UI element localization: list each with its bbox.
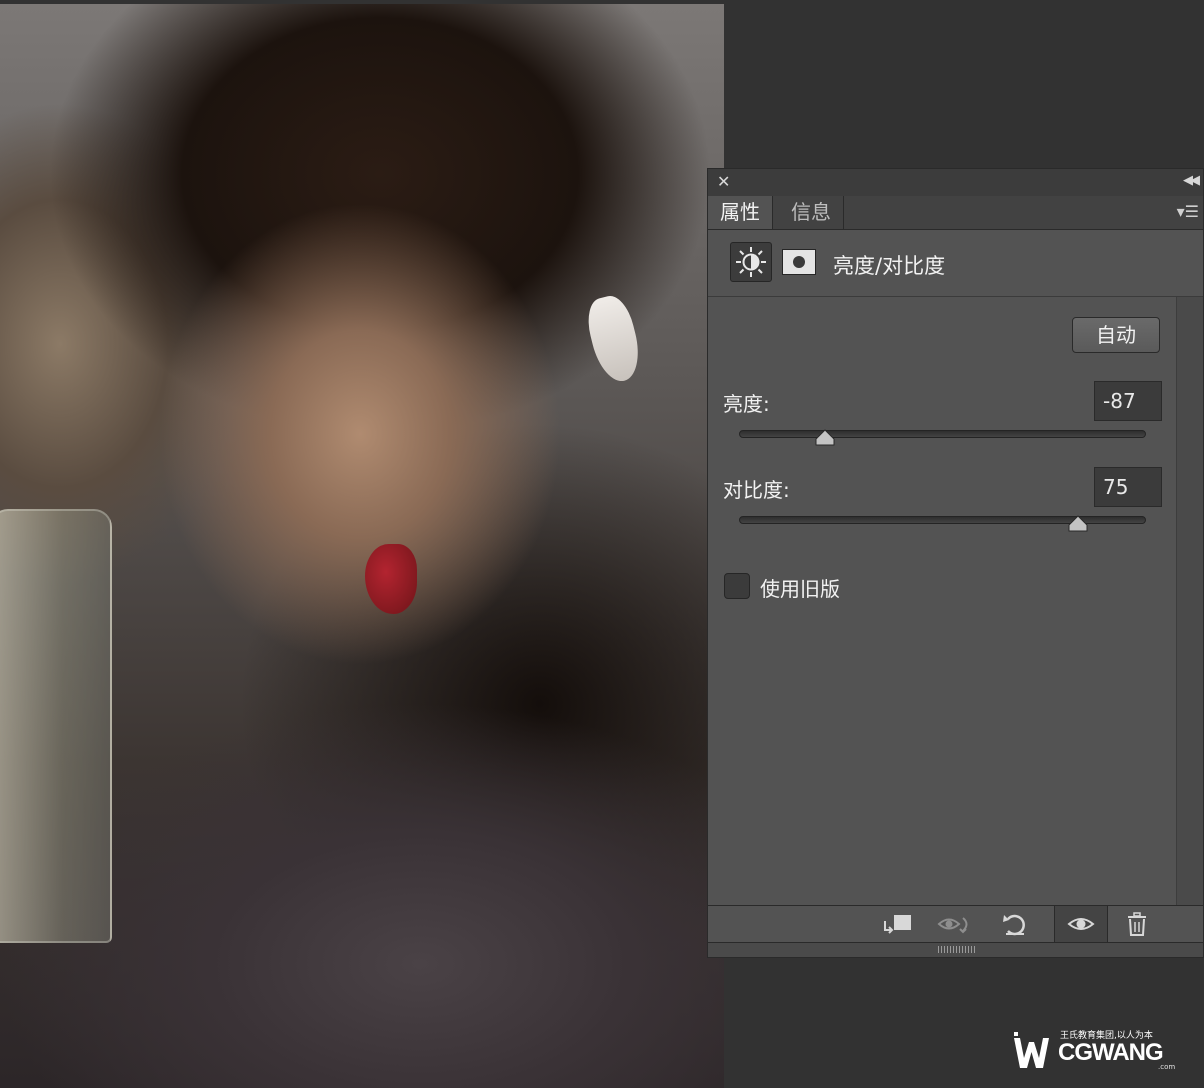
tab-properties[interactable]: 属性	[708, 196, 773, 229]
panel-footer	[708, 905, 1203, 943]
panel-resize-grip[interactable]	[708, 943, 1203, 957]
cgwang-logo-icon	[1014, 1032, 1049, 1068]
contrast-slider[interactable]	[739, 515, 1146, 532]
clip-to-layer-icon[interactable]	[878, 906, 916, 942]
adjustment-title: 亮度/对比度	[833, 254, 946, 278]
layer-mask-icon[interactable]	[782, 249, 816, 275]
adjustment-header: 亮度/对比度	[708, 230, 1203, 297]
grip-lines	[938, 946, 976, 953]
document-canvas[interactable]	[0, 4, 724, 1088]
glass-jar	[0, 509, 112, 943]
close-icon[interactable]: ✕	[717, 172, 730, 191]
lips	[365, 544, 417, 614]
visibility-eye-icon[interactable]	[1054, 906, 1108, 942]
brightness-label: 亮度:	[723, 392, 770, 416]
use-legacy-checkbox[interactable]	[724, 573, 750, 599]
adjustment-controls: 自动 亮度: -87 对比度: 75 使用旧版	[708, 297, 1178, 907]
cgwang-watermark: 王氏教育集团,以人为本 CGWANG .com	[1012, 1026, 1177, 1074]
watermark-domain: .com	[1158, 1063, 1176, 1071]
panel-menu-icon[interactable]: ▾☰	[1177, 202, 1199, 221]
watermark-brand: CGWANG	[1058, 1039, 1164, 1066]
contrast-input[interactable]: 75	[1094, 467, 1162, 507]
panel-tabbar: 属性 信息 ▾☰	[708, 196, 1203, 230]
properties-panel: ✕ ◀◀ 属性 信息 ▾☰ 亮度/对比度 自动 亮度: -87 对比度: 75 …	[707, 168, 1204, 958]
panel-scrollbar[interactable]	[1176, 297, 1203, 907]
contrast-label: 对比度:	[723, 478, 790, 502]
auto-button[interactable]: 自动	[1072, 317, 1160, 353]
view-previous-state-icon[interactable]	[936, 906, 974, 942]
panel-titlebar[interactable]: ✕ ◀◀	[708, 169, 1203, 197]
reset-icon[interactable]	[996, 906, 1034, 942]
brightness-input[interactable]: -87	[1094, 381, 1162, 421]
tab-info[interactable]: 信息	[779, 196, 844, 229]
tassel-earring	[582, 291, 646, 387]
double-chevron-left-icon[interactable]: ◀◀	[1183, 173, 1200, 188]
trash-icon[interactable]	[1118, 906, 1156, 942]
brightness-slider[interactable]	[739, 429, 1146, 446]
use-legacy-label: 使用旧版	[760, 577, 840, 601]
brightness-contrast-icon[interactable]	[730, 242, 772, 282]
